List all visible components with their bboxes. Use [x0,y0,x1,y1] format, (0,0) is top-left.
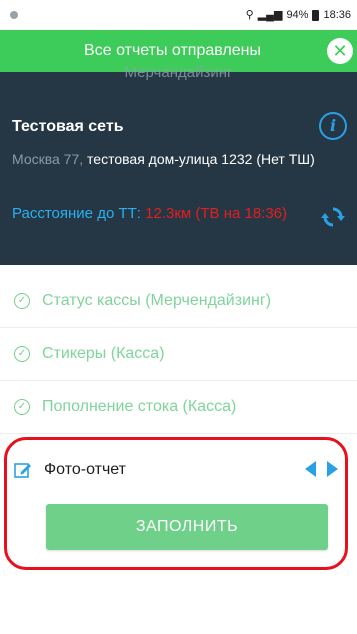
task-item[interactable]: ✓ Статус кассы (Мерчендайзинг) [0,275,357,328]
task-label: Пополнение стока (Касса) [42,398,237,415]
task-list: ✓ Статус кассы (Мерчендайзинг) ✓ Стикеры… [0,265,357,434]
store-name: Тестовая сеть [12,118,124,135]
status-bar: ⚲ ▂▄▆ 94% 18:36 [0,0,357,30]
battery-percent: 94% [286,9,309,21]
status-icons: ⚲ ▂▄▆ 94% 18:36 [246,9,351,21]
task-item[interactable]: ✓ Пополнение стока (Касса) [0,381,357,434]
location-icon: ⚲ [245,8,254,21]
distance-value: 12.3км (ТВ на 18:36) [145,205,288,222]
edit-icon [14,463,31,478]
distance-label: Расстояние до ТТ: [12,205,146,222]
task-item[interactable]: ✓ Стикеры (Касса) [0,328,357,381]
check-circle-icon: ✓ [14,346,30,362]
photo-report-row: Фото-отчет [14,455,344,485]
panel-subtitle: Мерчандайзинг [124,64,233,81]
store-address: Москва 77, тестовая дом-улица 1232 (Нет … [12,150,332,169]
arrow-right-icon[interactable] [327,461,338,477]
battery-icon [312,9,320,21]
close-icon[interactable]: ✕ [327,38,353,64]
signal-icon: ▂▄▆ [257,8,283,21]
task-label: Стикеры (Касса) [42,345,165,362]
photo-report-label: Фото-отчет [44,461,126,478]
task-label: Статус кассы (Мерчендайзинг) [42,292,272,309]
notification-dot-icon [10,11,18,19]
address-street: тестовая дом-улица 1232 (Нет ТШ) [83,151,315,167]
arrow-left-icon[interactable] [305,461,316,477]
toast-message: Все отчеты отправлены [84,42,261,59]
check-circle-icon: ✓ [14,399,30,415]
info-icon[interactable]: i [319,112,347,140]
distance-info: Расстояние до ТТ: 12.3км (ТВ на 18:36) [12,204,312,224]
refresh-icon[interactable] [321,205,345,229]
store-info-panel: Мерчандайзинг Тестовая сеть i Москва 77,… [0,64,357,265]
address-city: Москва 77, [12,151,84,167]
check-circle-icon: ✓ [14,293,30,309]
fill-button[interactable]: ЗАПОЛНИТЬ [46,504,328,550]
status-time: 18:36 [323,9,351,21]
